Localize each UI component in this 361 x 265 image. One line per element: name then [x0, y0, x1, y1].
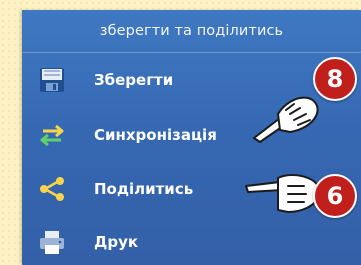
floppy-disk-icon [40, 68, 64, 92]
panel-header: зберегти та поділитись [22, 10, 361, 53]
pointing-hand-icon [245, 174, 321, 213]
callout-badge-8: 8 [313, 57, 357, 101]
printer-icon [40, 231, 64, 254]
menu-item-save-label: Зберегти [94, 71, 174, 89]
menu-item-share-label: Поділитись [94, 180, 194, 198]
pointing-hand-icon [253, 96, 319, 143]
share-icon [40, 177, 64, 201]
menu-item-print-label: Друк [94, 233, 139, 251]
callout-badge-6: 6 [313, 174, 357, 218]
menu-item-print[interactable]: Друк [22, 215, 361, 265]
sync-arrows-icon [40, 124, 64, 147]
menu-item-sync-label: Синхронізація [94, 126, 217, 144]
